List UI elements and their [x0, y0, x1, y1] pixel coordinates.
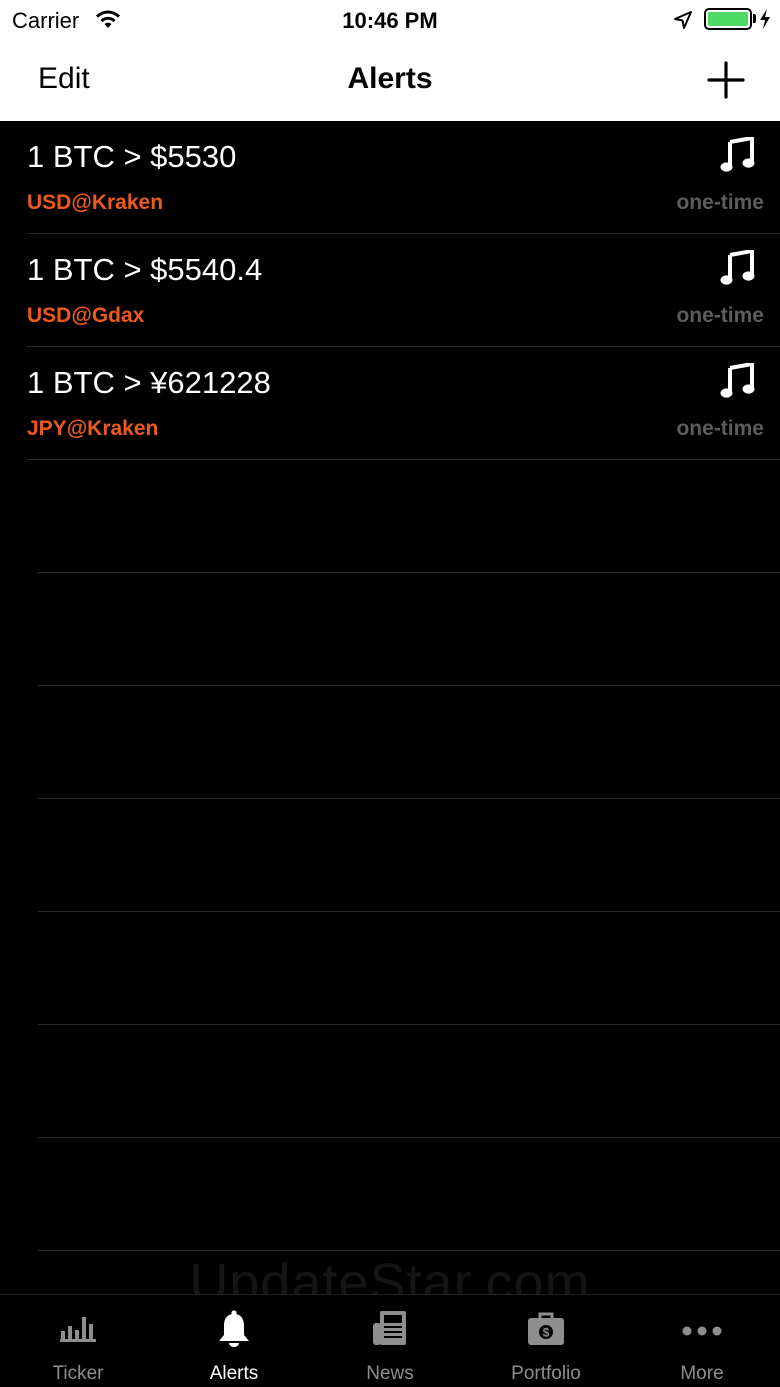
alerts-list: 1 BTC > $5530 USD@Kraken one-time 1 BTC …: [0, 121, 780, 1251]
alert-market: JPY@Kraken: [27, 417, 159, 440]
alert-row[interactable]: 1 BTC > $5540.4 USD@Gdax one-time: [0, 234, 780, 347]
tab-label: More: [680, 1363, 724, 1384]
empty-row: [0, 686, 780, 799]
bar-chart-icon: [60, 1317, 96, 1342]
alert-title: 1 BTC > $5530: [27, 139, 237, 174]
empty-row: [0, 912, 780, 1025]
newspaper-icon: [373, 1311, 406, 1345]
location-arrow-icon: [674, 11, 692, 29]
alert-row[interactable]: 1 BTC > $5530 USD@Kraken one-time: [0, 121, 780, 234]
alert-market: USD@Kraken: [27, 191, 164, 214]
plus-icon[interactable]: [706, 60, 746, 100]
more-dots-icon: [682, 1326, 722, 1336]
music-note-icon: [720, 250, 755, 285]
alert-frequency: one-time: [676, 191, 764, 214]
battery-icon: [704, 8, 752, 30]
empty-row: [0, 1025, 780, 1138]
page-title: Alerts: [347, 62, 433, 95]
header: Carrier 10:46 PM Edit Alerts: [0, 0, 780, 121]
alert-market: USD@Gdax: [27, 304, 145, 327]
alert-title: 1 BTC > $5540.4: [27, 252, 263, 287]
charging-bolt-icon: [760, 9, 770, 29]
briefcase-icon: $: [528, 1312, 564, 1345]
row-divider: [38, 1250, 780, 1251]
empty-row: [0, 460, 780, 573]
tab-label: Alerts: [209, 1363, 259, 1384]
tab-label: Portfolio: [511, 1363, 581, 1384]
tab-alerts[interactable]: Alerts: [156, 1295, 312, 1387]
battery-tip: [753, 14, 756, 23]
empty-row: [0, 799, 780, 912]
empty-row: [0, 573, 780, 686]
tab-ticker[interactable]: Ticker: [0, 1295, 156, 1387]
music-note-icon: [720, 363, 755, 398]
svg-text:$: $: [543, 1326, 550, 1340]
tab-label: News: [366, 1363, 414, 1384]
alert-frequency: one-time: [676, 417, 764, 440]
tab-news[interactable]: News: [312, 1295, 468, 1387]
alert-row[interactable]: 1 BTC > ¥621228 JPY@Kraken one-time: [0, 347, 780, 460]
music-note-icon: [720, 137, 755, 172]
tab-more[interactable]: More: [624, 1295, 780, 1387]
tab-label: Ticker: [52, 1363, 104, 1384]
empty-row: [0, 1138, 780, 1251]
status-bar: Carrier 10:46 PM: [0, 0, 780, 40]
status-time: 10:46 PM: [342, 8, 438, 33]
tab-portfolio[interactable]: $ Portfolio: [468, 1295, 624, 1387]
alert-title: 1 BTC > ¥621228: [27, 365, 271, 400]
bell-icon: [219, 1310, 249, 1347]
alert-frequency: one-time: [676, 304, 764, 327]
tab-bar: Ticker Alerts News $ Portfolio More: [0, 1294, 780, 1387]
